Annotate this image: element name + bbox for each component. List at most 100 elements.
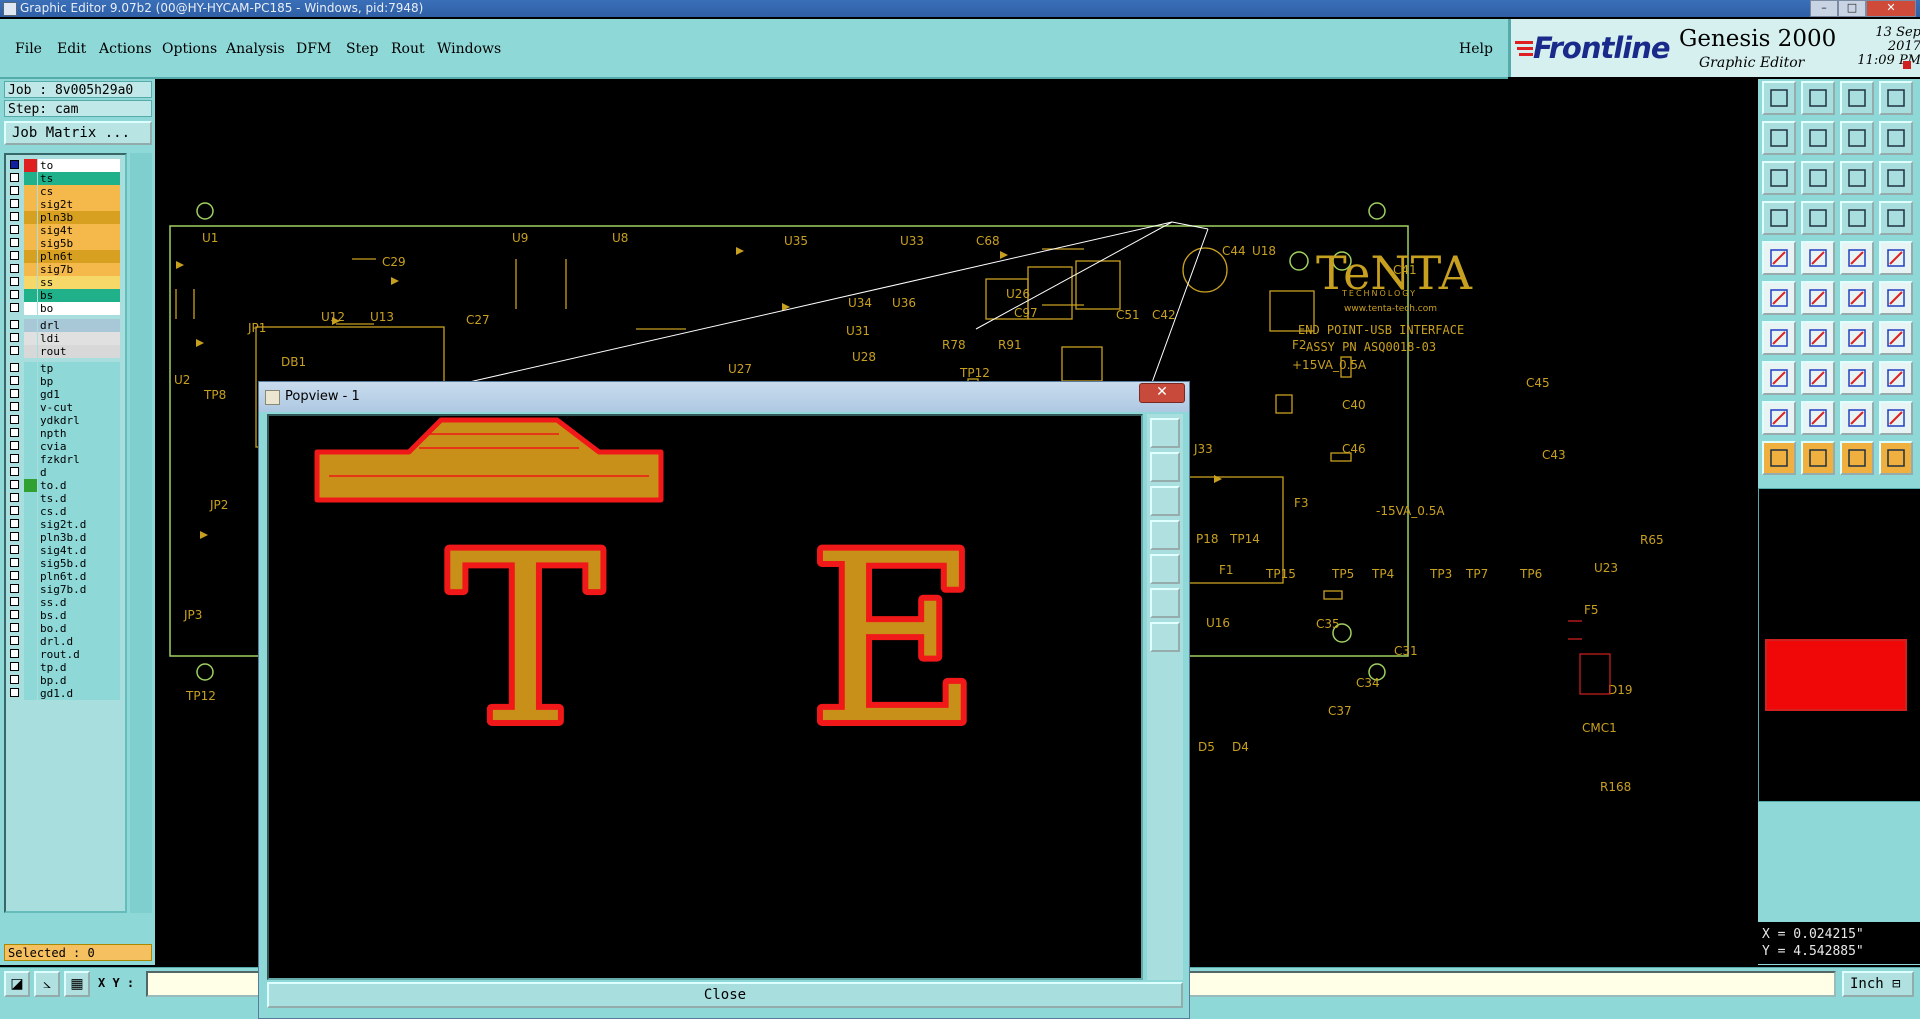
layer-row-v-cut[interactable]: v-cut [10,401,128,414]
layer-row-d[interactable]: d [10,466,128,479]
layer-color-swatch[interactable] [24,570,37,583]
layer-row-bs[interactable]: bs [10,289,128,302]
triangle-4-icon[interactable] [1879,401,1913,435]
layer-name[interactable]: npth [38,427,120,440]
layer-row-gd1-d[interactable]: gd1.d [10,687,128,700]
layer-color-swatch[interactable] [24,362,37,375]
popview-titlebar[interactable]: Popview - 1 ✕ [259,382,1189,412]
layer-name[interactable]: d [38,466,120,479]
layer-row-sig5b-d[interactable]: sig5b.d [10,557,128,570]
layer-row-sig2t[interactable]: sig2t [10,198,128,211]
layer-color-swatch[interactable] [24,440,37,453]
layer-row-sig4t[interactable]: sig4t [10,224,128,237]
layer-name[interactable]: bp.d [38,674,120,687]
layer-color-swatch[interactable] [24,427,37,440]
layer-color-swatch[interactable] [24,622,37,635]
node-add-icon[interactable] [1840,281,1874,315]
layer-row-pln6t[interactable]: pln6t [10,250,128,263]
layer-row-ss-d[interactable]: ss.d [10,596,128,609]
layer-name[interactable]: sig4t [38,224,120,237]
layer-color-swatch[interactable] [24,237,37,250]
layer-checkbox[interactable] [10,623,19,632]
layer-name[interactable]: ldi [38,332,120,345]
pointer-2-icon[interactable] [1801,441,1835,475]
layer-name[interactable]: v-cut [38,401,120,414]
popview-pan-left-icon[interactable] [1150,520,1180,550]
fit-icon[interactable] [1762,161,1796,195]
overview-window[interactable] [1758,488,1920,802]
layer-name[interactable]: ss [38,276,120,289]
popview-canvas[interactable]: T E T E [267,414,1143,980]
layer-color-swatch[interactable] [24,661,37,674]
pointer-1-icon[interactable] [1762,441,1796,475]
layer-checkbox[interactable] [10,173,19,182]
layer-row-sig5b[interactable]: sig5b [10,237,128,250]
layer-name[interactable]: pln6t.d [38,570,120,583]
layer-row-bp-d[interactable]: bp.d [10,674,128,687]
layer-name[interactable]: tp.d [38,661,120,674]
layer-color-swatch[interactable] [24,505,37,518]
minimize-button[interactable]: – [1810,0,1838,17]
layer-checkbox[interactable] [10,160,19,169]
layer-color-swatch[interactable] [24,635,37,648]
layer-name[interactable]: cs.d [38,505,120,518]
layer-color-swatch[interactable] [24,479,37,492]
layer-color-swatch[interactable] [24,596,37,609]
layer-checkbox[interactable] [10,493,19,502]
popview-zoom-icon[interactable] [1150,418,1180,448]
triangle-2-icon[interactable] [1801,401,1835,435]
layer-checkbox[interactable] [10,186,19,195]
node-move-icon[interactable] [1762,281,1796,315]
layer-row-ydkdrl[interactable]: ydkdrl [10,414,128,427]
layer-color-swatch[interactable] [24,687,37,700]
layer-color-swatch[interactable] [24,224,37,237]
measure-icon[interactable]: ⦣ [34,971,60,997]
layer-color-swatch[interactable] [24,544,37,557]
layer-name[interactable]: fzkdrl [38,453,120,466]
layer-color-swatch[interactable] [24,388,37,401]
layer-checkbox[interactable] [10,454,19,463]
home-icon[interactable] [1840,81,1874,115]
layer-name[interactable]: cvia [38,440,120,453]
popview-pan-down-icon[interactable] [1150,486,1180,516]
layer-name[interactable]: to.d [38,479,120,492]
triangle-3-icon[interactable] [1840,401,1874,435]
pointer-4-icon[interactable] [1879,441,1913,475]
layer-color-swatch[interactable] [24,345,37,358]
layer-checkbox[interactable] [10,519,19,528]
layer-checkbox[interactable] [10,376,19,385]
layer-row-drl-d[interactable]: drl.d [10,635,128,648]
layer-row-fzkdrl[interactable]: fzkdrl [10,453,128,466]
layer-checkbox[interactable] [10,571,19,580]
layer-checkbox[interactable] [10,415,19,424]
layer-row-cs-d[interactable]: cs.d [10,505,128,518]
redo-view-icon[interactable] [1879,121,1913,155]
layer-list-scrollbar[interactable] [130,153,152,913]
layer-checkbox[interactable] [10,610,19,619]
layer-color-swatch[interactable] [24,319,37,332]
layer-checkbox[interactable] [10,558,19,567]
mirror-icon[interactable] [1879,321,1913,355]
maximize-button[interactable]: □ [1838,0,1866,17]
layer-row-bs-d[interactable]: bs.d [10,609,128,622]
layer-row-npth[interactable]: npth [10,427,128,440]
menu-help[interactable]: Help [1459,41,1493,57]
layer-color-swatch[interactable] [24,263,37,276]
units-select[interactable]: Inch ⊟ [1842,971,1914,997]
layer-checkbox[interactable] [10,333,19,342]
pad-add-icon[interactable] [1762,361,1796,395]
layer-row-to-d[interactable]: to.d [10,479,128,492]
zoom-back-icon[interactable] [1801,81,1835,115]
menu-windows[interactable]: Windows [437,41,501,57]
layer-name[interactable]: ss.d [38,596,120,609]
layer-name[interactable]: sig7b.d [38,583,120,596]
job-matrix-button[interactable]: Job Matrix ... [4,121,152,145]
menu-rout[interactable]: Rout [391,41,425,57]
layer-checkbox[interactable] [10,584,19,593]
rotate-icon[interactable] [1840,321,1874,355]
layer-row-tp-d[interactable]: tp.d [10,661,128,674]
layer-name[interactable]: bo.d [38,622,120,635]
arc-icon[interactable] [1801,321,1835,355]
layer-color-swatch[interactable] [24,172,37,185]
layer-checkbox[interactable] [10,480,19,489]
